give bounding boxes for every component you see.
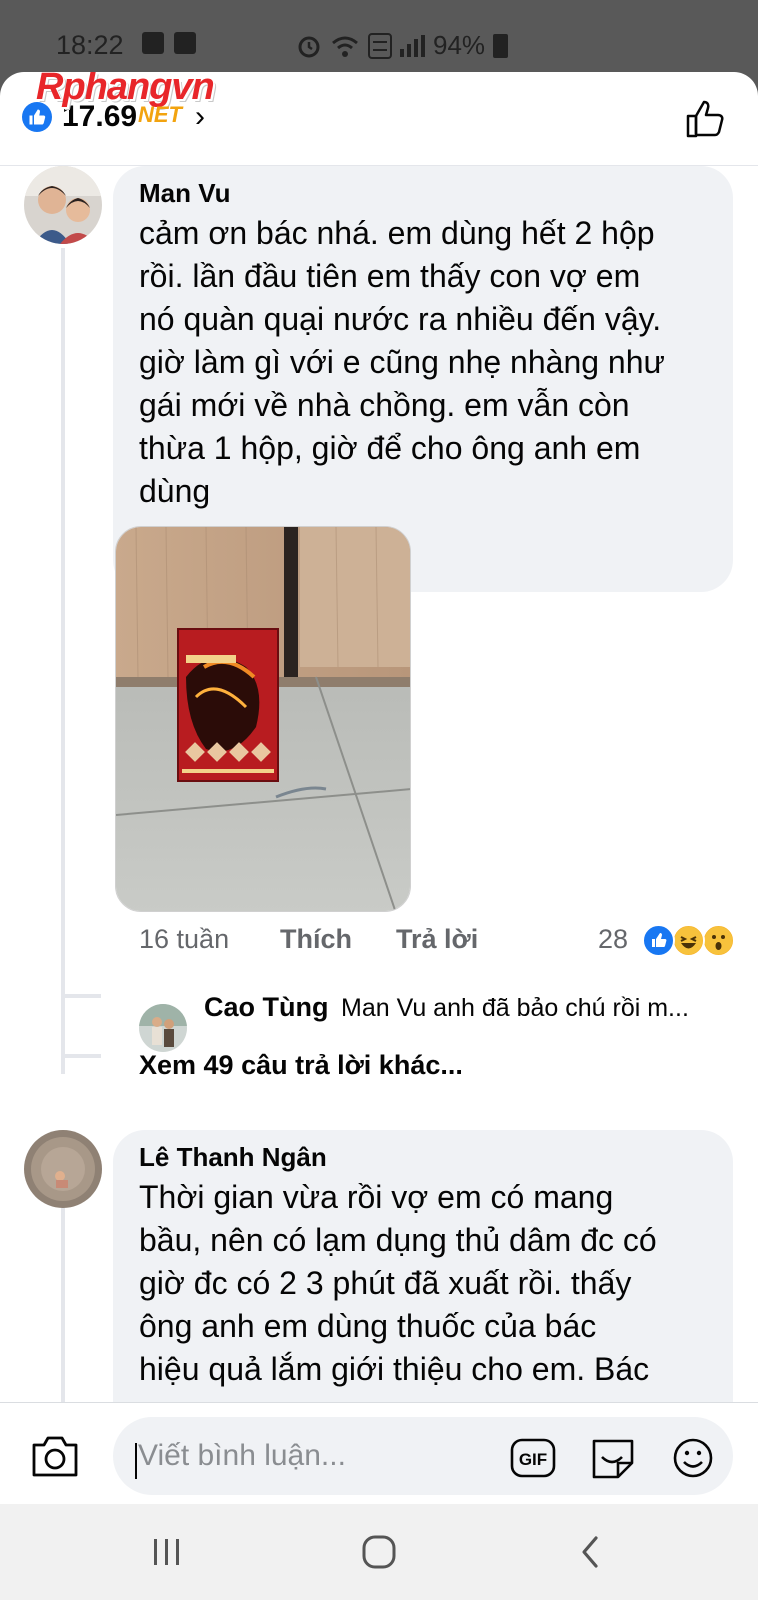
check-icon (174, 32, 196, 54)
comment-placeholder[interactable]: Viết bình luận... (138, 1439, 346, 1473)
like-reaction-icon (702, 924, 735, 957)
back-icon[interactable] (560, 1524, 620, 1580)
system-nav-bar (0, 1504, 758, 1600)
comment-text: Thời gian vừa rồi vợ em có mang bầu, nên… (139, 1179, 657, 1387)
emoji-icon[interactable] (670, 1437, 716, 1479)
reply-author[interactable]: Cao Tùng (204, 992, 328, 1023)
avatar[interactable] (24, 166, 102, 244)
reaction-count[interactable]: 28 (598, 924, 628, 955)
comments-sheet: 17.69 › Rphangvn NET Man Vu cảm ơn bác n… (0, 72, 758, 1504)
home-icon[interactable] (349, 1524, 409, 1580)
gallery-icon (142, 32, 164, 54)
haha-reaction-icon (672, 924, 705, 957)
comment-composer: Viết bình luận... GIF (0, 1402, 758, 1504)
watermark-logo: Rphangvn (36, 72, 215, 108)
reply-avatar[interactable] (139, 1004, 187, 1052)
comment-photo[interactable] (115, 526, 411, 912)
battery-percent: 94% (433, 30, 486, 60)
comment-author[interactable]: Lê Thanh Ngân (139, 1142, 327, 1173)
thread-line-branch (61, 1054, 101, 1058)
text-caret (135, 1443, 137, 1479)
view-more-replies[interactable]: Xem 49 câu trả lời khác... (139, 1050, 463, 1081)
gif-icon[interactable]: GIF (510, 1437, 556, 1479)
notification-icons (142, 32, 196, 54)
watermark-suffix: NET (138, 102, 182, 127)
avatar[interactable] (24, 1130, 102, 1208)
status-time: 18:22 (56, 30, 124, 60)
recent-apps-icon[interactable] (137, 1524, 197, 1580)
volte-icon (368, 32, 392, 59)
signal-icon (400, 34, 425, 57)
system-status: 94% (296, 30, 509, 61)
thread-line (61, 1188, 65, 1408)
like-button[interactable]: Thích (280, 924, 352, 955)
comment-author[interactable]: Man Vu (139, 178, 230, 209)
comment-text: cảm ơn bác nhá. em dùng hết 2 hộp rồi. l… (139, 215, 665, 509)
thread-line-branch (61, 994, 101, 998)
battery-icon (493, 33, 509, 58)
reply-button[interactable]: Trả lời (396, 924, 478, 955)
gif-label: GIF (519, 1450, 547, 1469)
alarm-icon (298, 36, 320, 57)
sticker-icon[interactable] (590, 1437, 636, 1479)
wifi-icon (332, 36, 358, 57)
comment-time[interactable]: 16 tuần (139, 924, 229, 955)
comments-header: 17.69 › Rphangvn NET (0, 72, 758, 166)
thumbs-up-icon[interactable] (684, 96, 728, 140)
like-reaction-icon (642, 924, 675, 957)
reply-text[interactable]: Man Vu anh đã bảo chú rồi m... (341, 994, 689, 1023)
camera-icon[interactable] (30, 1433, 80, 1479)
thread-line (61, 248, 65, 1074)
